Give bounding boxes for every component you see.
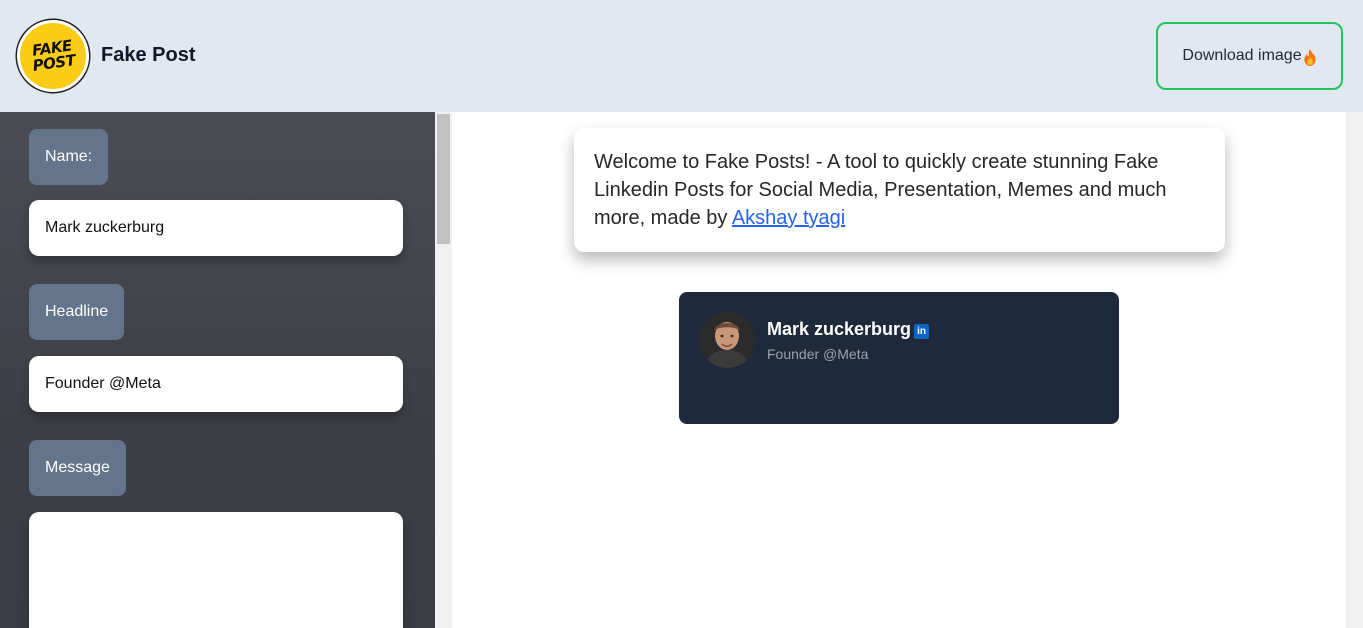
message-label: Message (29, 440, 126, 496)
download-label: Download image (1182, 47, 1302, 64)
author-link[interactable]: Akshay tyagi (732, 207, 845, 229)
post-name-text: Mark zuckerburg (767, 319, 912, 339)
headline-input[interactable] (29, 356, 403, 412)
message-textarea[interactable] (29, 512, 403, 628)
name-label: Name: (29, 129, 109, 185)
download-image-button[interactable]: Download image (1156, 22, 1343, 90)
avatar (699, 312, 755, 368)
name-input[interactable] (29, 200, 403, 256)
app-title: Fake Post (101, 44, 196, 66)
post-author-headline: Founder @Meta (767, 346, 869, 362)
editor-sidebar: Name: Headline Message (0, 112, 435, 628)
post-preview-card: Mark zuckerburg in Founder @Meta (679, 292, 1119, 424)
linkedin-icon: in (914, 324, 930, 339)
sidebar-scrollbar[interactable] (435, 112, 452, 628)
main-scrollbar[interactable] (1346, 112, 1363, 628)
welcome-banner: Welcome to Fake Posts! - A tool to quick… (574, 128, 1225, 252)
post-author-name: Mark zuckerburg in (767, 319, 930, 340)
fake-post-logo: FAKE POST (12, 15, 94, 97)
avatar-image (699, 312, 755, 368)
top-header: FAKE POST Fake Post Download image (0, 0, 1363, 112)
logo-text: FAKE POST (30, 36, 77, 75)
headline-label: Headline (29, 284, 125, 340)
flame-icon (1303, 48, 1316, 66)
welcome-text: Welcome to Fake Posts! - A tool to quick… (594, 151, 1167, 229)
scrollbar-thumb[interactable] (437, 114, 450, 244)
